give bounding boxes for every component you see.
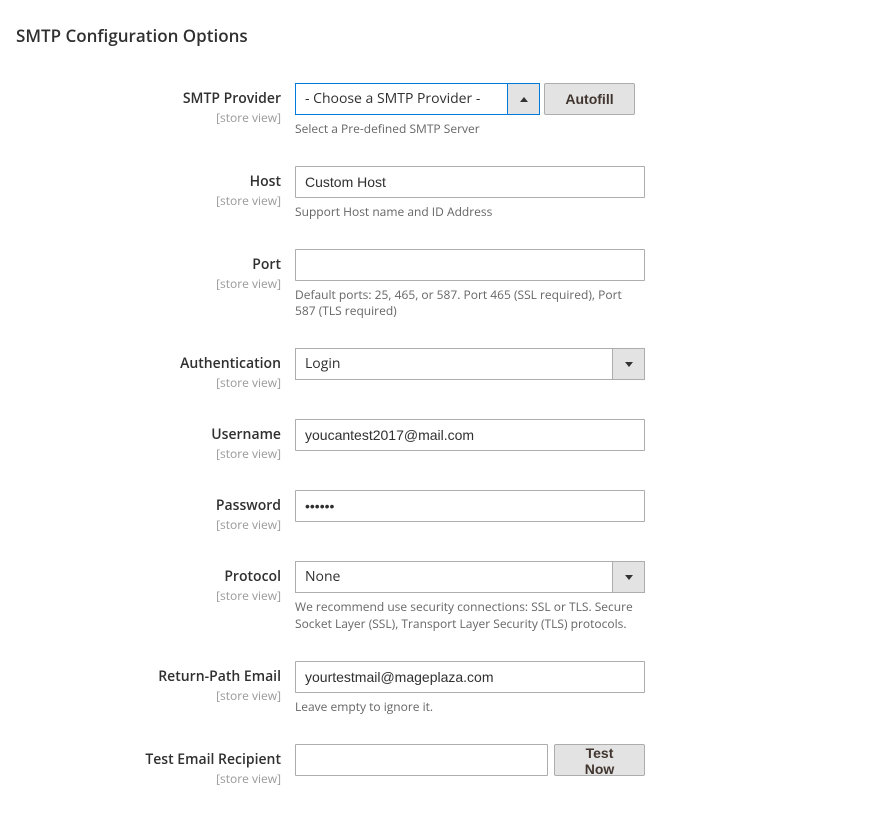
protocol-select[interactable]: None [295, 561, 645, 593]
smtp-provider-field: - Choose a SMTP Provider - Autofill Sele… [295, 83, 645, 138]
chevron-down-icon [612, 562, 644, 592]
password-row: Password [store view] [0, 490, 871, 533]
test-now-button[interactable]: Test Now [554, 744, 645, 776]
protocol-row: Protocol [store view] None We recommend … [0, 561, 871, 633]
authentication-row: Authentication [store view] Login [0, 348, 871, 391]
port-row: Port [store view] Default ports: 25, 465… [0, 249, 871, 321]
username-label: Username [0, 425, 281, 444]
authentication-label-col: Authentication [store view] [0, 348, 295, 391]
password-label-col: Password [store view] [0, 490, 295, 533]
protocol-label-col: Protocol [store view] [0, 561, 295, 604]
username-scope: [store view] [0, 445, 281, 462]
smtp-provider-label: SMTP Provider [0, 89, 281, 108]
port-label: Port [0, 255, 281, 274]
smtp-provider-select[interactable]: - Choose a SMTP Provider - [295, 83, 540, 115]
authentication-label: Authentication [0, 354, 281, 373]
port-scope: [store view] [0, 275, 281, 292]
protocol-help: We recommend use security connections: S… [295, 599, 645, 633]
smtp-provider-value: - Choose a SMTP Provider - [296, 84, 507, 114]
username-row: Username [store view] [0, 419, 871, 462]
test-recipient-scope: [store view] [0, 770, 281, 787]
authentication-select[interactable]: Login [295, 348, 645, 380]
return-path-scope: [store view] [0, 687, 281, 704]
password-input[interactable] [295, 490, 645, 522]
smtp-provider-label-col: SMTP Provider [store view] [0, 83, 295, 126]
host-help: Support Host name and ID Address [295, 204, 645, 221]
test-recipient-label: Test Email Recipient [0, 750, 281, 769]
return-path-label-col: Return-Path Email [store view] [0, 661, 295, 704]
protocol-value: None [296, 562, 612, 592]
return-path-label: Return-Path Email [0, 667, 281, 686]
port-input[interactable] [295, 249, 645, 281]
username-label-col: Username [store view] [0, 419, 295, 462]
chevron-down-icon [612, 349, 644, 379]
autofill-button[interactable]: Autofill [544, 83, 635, 115]
port-label-col: Port [store view] [0, 249, 295, 292]
test-recipient-row: Test Email Recipient [store view] Test N… [0, 744, 871, 787]
username-input[interactable] [295, 419, 645, 451]
smtp-provider-help: Select a Pre-defined SMTP Server [295, 121, 645, 138]
chevron-up-icon [507, 84, 539, 114]
return-path-row: Return-Path Email [store view] Leave emp… [0, 661, 871, 716]
smtp-provider-row: SMTP Provider [store view] - Choose a SM… [0, 83, 871, 138]
host-label-col: Host [store view] [0, 166, 295, 209]
host-label: Host [0, 172, 281, 191]
password-scope: [store view] [0, 516, 281, 533]
test-recipient-label-col: Test Email Recipient [store view] [0, 744, 295, 787]
host-scope: [store view] [0, 192, 281, 209]
host-input[interactable] [295, 166, 645, 198]
return-path-input[interactable] [295, 661, 645, 693]
return-path-help: Leave empty to ignore it. [295, 699, 645, 716]
test-recipient-input[interactable] [295, 744, 548, 776]
protocol-label: Protocol [0, 567, 281, 586]
protocol-scope: [store view] [0, 587, 281, 604]
section-title: SMTP Configuration Options [0, 0, 871, 63]
port-help: Default ports: 25, 465, or 587. Port 465… [295, 287, 645, 321]
password-label: Password [0, 496, 281, 515]
smtp-provider-scope: [store view] [0, 109, 281, 126]
authentication-scope: [store view] [0, 374, 281, 391]
form-container: SMTP Provider [store view] - Choose a SM… [0, 63, 871, 787]
host-row: Host [store view] Support Host name and … [0, 166, 871, 221]
authentication-value: Login [296, 349, 612, 379]
